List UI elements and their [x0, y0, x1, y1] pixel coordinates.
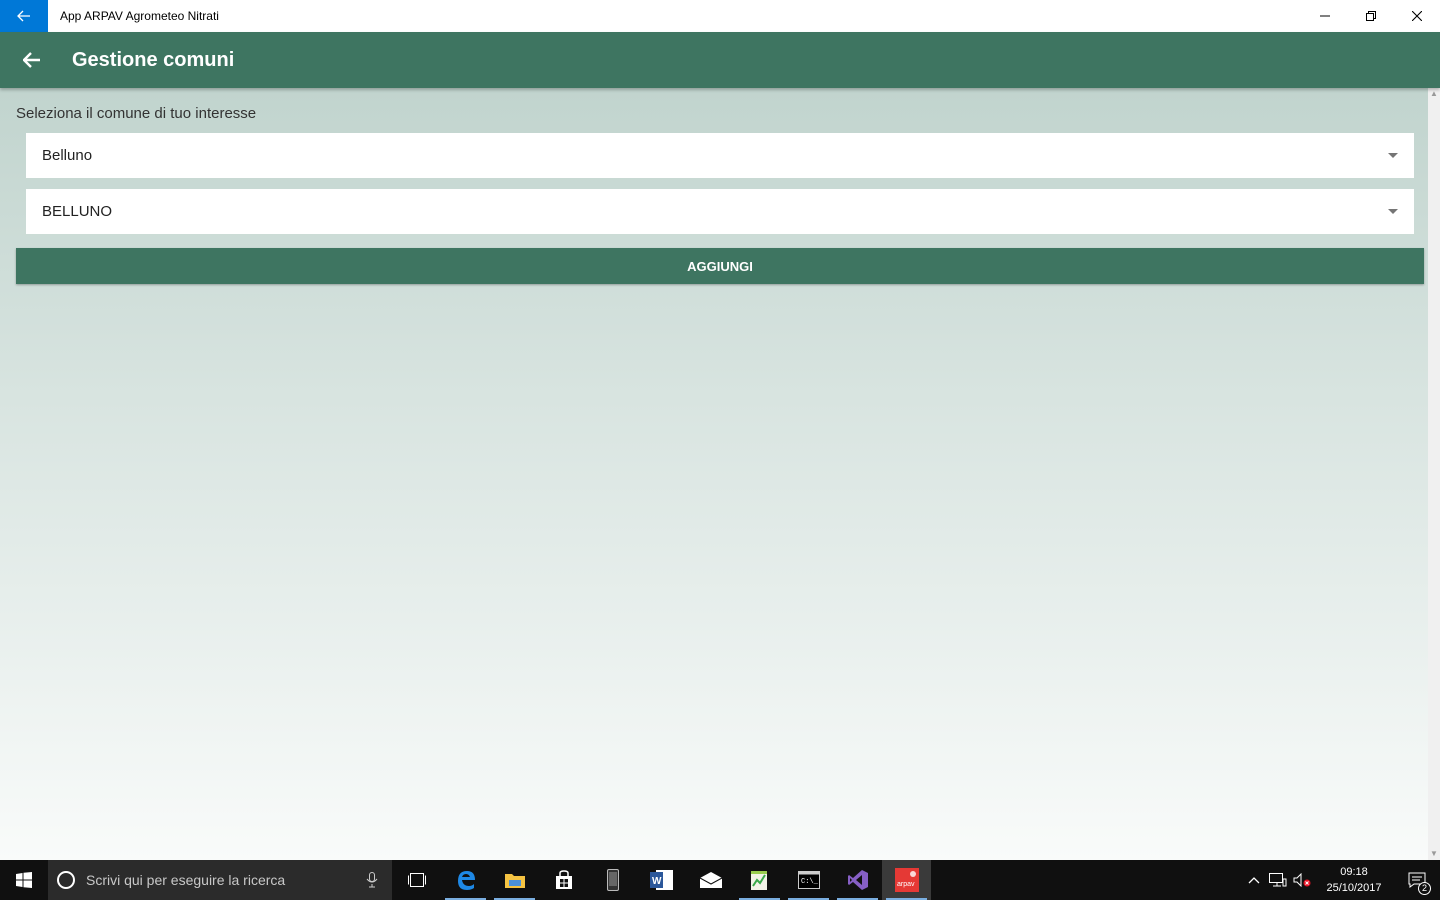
taskbar-app-mail[interactable]: [686, 860, 735, 900]
comune-dropdown[interactable]: BELLUNO: [26, 189, 1414, 234]
action-center-button[interactable]: 2: [1394, 860, 1440, 900]
restore-icon: [1366, 11, 1376, 21]
clock-date: 25/10/2017: [1326, 882, 1382, 894]
cortana-icon: [57, 871, 75, 889]
start-button[interactable]: [0, 860, 48, 900]
chevron-up-icon: [1248, 877, 1260, 884]
window-back-button[interactable]: [0, 0, 48, 32]
close-button[interactable]: [1394, 0, 1440, 32]
minimize-icon: [1320, 15, 1330, 17]
close-icon: [1412, 11, 1422, 21]
phone-icon: [606, 869, 619, 891]
header-back-button[interactable]: [0, 32, 64, 88]
arpav-app-icon: arpav: [894, 868, 919, 892]
taskbar-app-terminal[interactable]: C:\_: [784, 860, 833, 900]
vertical-scrollbar[interactable]: ▲ ▼: [1428, 88, 1440, 860]
network-icon: [1269, 873, 1287, 887]
minimize-button[interactable]: [1302, 0, 1348, 32]
taskbar-app-word[interactable]: W: [637, 860, 686, 900]
restore-button[interactable]: [1348, 0, 1394, 32]
network-button[interactable]: [1266, 860, 1290, 900]
page-title: Gestione comuni: [72, 48, 235, 71]
store-bag-icon: [555, 870, 572, 889]
app-header: Gestione comuni: [0, 32, 1440, 88]
taskbar-app-phone[interactable]: [588, 860, 637, 900]
window-title: App ARPAV Agrometeo Nitrati: [60, 9, 219, 23]
svg-text:W: W: [652, 876, 662, 887]
volume-button[interactable]: [1290, 860, 1314, 900]
system-tray: 09:18 25/10/2017 2: [1242, 860, 1440, 900]
clock-time: 09:18: [1340, 866, 1368, 878]
back-arrow-icon: [17, 10, 30, 22]
task-view-icon: [407, 873, 426, 887]
microphone-icon[interactable]: [366, 872, 378, 888]
search-placeholder: Scrivi qui per eseguire la ricerca: [86, 872, 286, 888]
province-dropdown[interactable]: Belluno: [26, 133, 1414, 178]
folder-icon: [504, 874, 525, 888]
chevron-down-icon: [1388, 209, 1398, 214]
task-view-button[interactable]: [392, 860, 441, 900]
window-titlebar: App ARPAV Agrometeo Nitrati: [0, 0, 1440, 32]
terminal-icon: C:\_: [797, 871, 820, 889]
svg-text:arpav: arpav: [897, 881, 915, 888]
scroll-down-icon[interactable]: ▼: [1430, 850, 1438, 858]
mail-icon: [699, 872, 722, 888]
taskbar-app-visual-studio[interactable]: [833, 860, 882, 900]
main-content: Seleziona il comune di tuo interesse Bel…: [0, 88, 1428, 860]
volume-muted-icon: [1293, 873, 1311, 887]
taskbar-clock[interactable]: 09:18 25/10/2017: [1314, 864, 1394, 896]
comune-dropdown-value: BELLUNO: [42, 203, 113, 220]
add-button[interactable]: AGGIUNGI: [16, 248, 1424, 284]
taskbar-app-store[interactable]: [539, 860, 588, 900]
select-comune-label: Seleziona il comune di tuo interesse: [16, 105, 257, 122]
chevron-down-icon: [1388, 153, 1398, 158]
notification-count-badge: 2: [1418, 882, 1431, 895]
back-arrow-icon: [23, 52, 40, 68]
edge-icon: [457, 871, 475, 890]
taskbar-app-arpav[interactable]: arpav: [882, 860, 931, 900]
taskbar: Scrivi qui per eseguire la ricerca W C:\…: [0, 860, 1440, 900]
word-icon: W: [649, 870, 673, 890]
taskbar-app-file-explorer[interactable]: [490, 860, 539, 900]
notepad-chart-icon: [750, 871, 767, 890]
svg-text:C:\_: C:\_: [801, 878, 819, 886]
show-hidden-icons-button[interactable]: [1242, 860, 1266, 900]
taskbar-app-notepad-chart[interactable]: [735, 860, 784, 900]
province-dropdown-value: Belluno: [42, 147, 93, 164]
windows-logo-icon: [16, 872, 32, 888]
taskbar-search-box[interactable]: Scrivi qui per eseguire la ricerca: [48, 860, 392, 900]
scroll-up-icon[interactable]: ▲: [1430, 90, 1438, 98]
visual-studio-icon: [847, 870, 868, 890]
taskbar-app-edge[interactable]: [441, 860, 490, 900]
